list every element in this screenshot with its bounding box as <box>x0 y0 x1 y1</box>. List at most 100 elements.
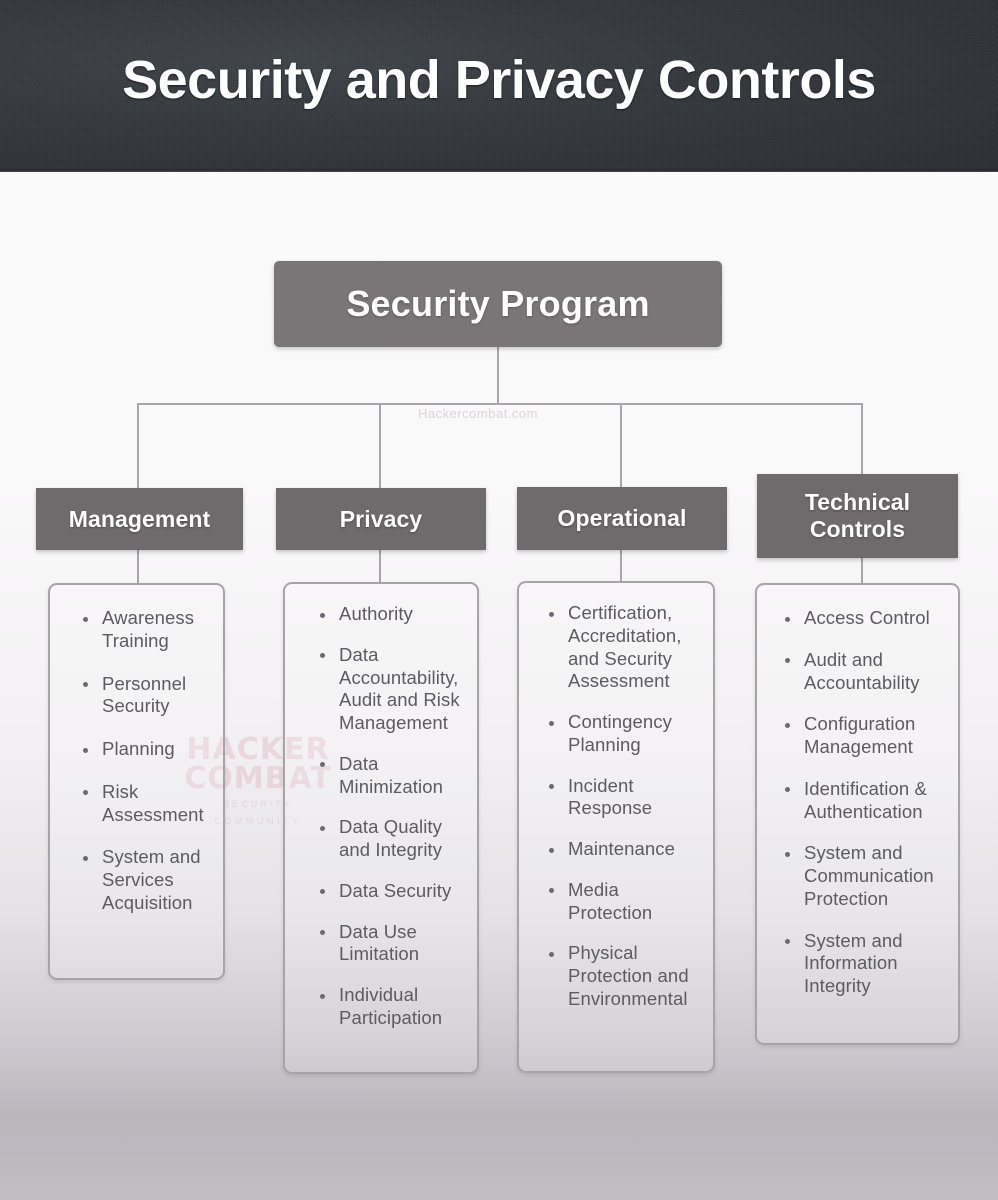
list-item-label: Data Use Limitation <box>339 920 420 965</box>
connector-horizontal-bus <box>137 403 863 405</box>
list-item: Risk Assessment <box>83 781 213 827</box>
list-item: Data Minimization <box>320 753 469 799</box>
list-item: Awareness Training <box>83 607 213 653</box>
root-node-security-program: Security Program <box>274 261 722 347</box>
title-banner: Security and Privacy Controls <box>0 0 998 172</box>
list-item: Data Security <box>320 880 469 903</box>
connector-drop-technical <box>861 403 863 475</box>
list-item: Physical Protection and Environmental <box>549 942 707 1010</box>
connector-drop-management <box>137 403 139 489</box>
list-item: System and Information Integrity <box>785 930 952 998</box>
bullet-icon <box>785 787 790 793</box>
list-item: Incident Response <box>549 775 707 821</box>
connector-drop-operational <box>620 403 622 489</box>
list-item-label: Identification & Authentication <box>804 777 927 822</box>
page-title: Security and Privacy Controls <box>122 50 876 110</box>
bullet-icon <box>549 951 554 957</box>
list-item: Personnel Security <box>83 673 213 719</box>
category-header-technical-controls-label: Technical Controls <box>804 489 911 542</box>
bullet-icon <box>785 722 790 728</box>
watermark-url: Hackercombat.com <box>418 406 538 421</box>
list-item-label: Certification, Accreditation, and Security… <box>568 602 682 692</box>
bullet-icon <box>320 889 325 895</box>
list-item: Identification & Authentication <box>785 778 952 824</box>
bullet-icon <box>549 888 554 894</box>
category-header-privacy: Privacy <box>276 488 486 550</box>
list-item-label: Personnel Security <box>102 672 187 717</box>
bullet-icon <box>549 720 554 726</box>
list-item: Data Quality and Integrity <box>320 816 469 862</box>
bullet-icon <box>785 616 790 622</box>
list-item-label: Data Minimization <box>339 752 444 797</box>
list-item-label: Media Protection <box>568 878 653 923</box>
list-item-label: Contingency Planning <box>568 711 672 755</box>
bullet-icon <box>320 653 325 659</box>
bullet-icon <box>320 930 325 936</box>
bullet-icon <box>83 682 88 688</box>
connector-privacy-to-panel <box>379 550 381 584</box>
bullet-icon <box>320 825 325 831</box>
list-privacy: Authority Data Accountability, Audit and Ri… <box>285 584 477 1030</box>
list-item: Planning <box>83 738 213 761</box>
list-item: Maintenance <box>549 838 707 861</box>
bullet-icon <box>83 790 88 796</box>
list-item-label: Physical Protection and Environmental <box>568 942 689 1009</box>
panel-operational: Certification, Accreditation, and Security… <box>517 581 715 1073</box>
list-technical-controls: Access Control Audit and Accountability Con… <box>757 585 958 998</box>
list-item-label: Planning <box>102 738 175 759</box>
list-item-label: Data Accountability, Audit and Risk Managem… <box>339 643 460 733</box>
bullet-icon <box>83 747 88 753</box>
bullet-icon <box>320 612 325 618</box>
list-management: Awareness Training Personnel Security Planni… <box>50 585 223 915</box>
bullet-icon <box>83 855 88 861</box>
connector-technical-to-panel <box>861 558 863 583</box>
bullet-icon <box>785 939 790 945</box>
bullet-icon <box>549 847 554 853</box>
list-item-label: Risk Assessment <box>102 780 204 825</box>
bullet-icon <box>320 762 325 768</box>
bullet-icon <box>785 658 790 664</box>
list-item-label: Authority <box>339 603 413 624</box>
list-item: Media Protection <box>549 879 707 925</box>
root-node-label: Security Program <box>346 283 650 324</box>
list-item-label: System and Information Integrity <box>804 929 903 997</box>
banner-divider <box>0 169 998 172</box>
list-operational: Certification, Accreditation, and Security… <box>519 583 713 1011</box>
list-item: Certification, Accreditation, and Security… <box>549 602 707 693</box>
category-header-management-label: Management <box>68 505 211 532</box>
list-item-label: Awareness Training <box>102 607 195 651</box>
list-item-label: Incident Response <box>568 774 653 819</box>
list-item-label: Data Security <box>339 879 452 901</box>
infographic-page: Security and Privacy Controls Hackercomb… <box>0 0 998 1200</box>
list-item: Data Accountability, Audit and Risk Managem… <box>320 644 469 735</box>
panel-technical-controls: Access Control Audit and Accountability Con… <box>755 583 960 1045</box>
list-item: Audit and Accountability <box>785 649 952 695</box>
category-header-technical-controls: Technical Controls <box>757 474 958 558</box>
list-item-label: Access Control <box>804 607 930 628</box>
panel-privacy: Authority Data Accountability, Audit and Ri… <box>283 582 479 1074</box>
bullet-icon <box>320 993 325 999</box>
list-item-label: Individual Participation <box>339 984 443 1028</box>
bullet-icon <box>83 616 88 622</box>
category-header-privacy-label: Privacy <box>339 505 423 532</box>
list-item-label: Data Quality and Integrity <box>339 816 443 860</box>
list-item: System and Communication Protection <box>785 842 952 910</box>
connector-operational-to-panel <box>620 550 622 582</box>
connector-drop-privacy <box>379 403 381 489</box>
bullet-icon <box>549 784 554 790</box>
list-item: Contingency Planning <box>549 711 707 757</box>
list-item: Configuration Management <box>785 713 952 759</box>
list-item: Authority <box>320 603 469 626</box>
list-item-label: System and Communication Protection <box>804 842 934 909</box>
category-header-operational: Operational <box>517 487 727 550</box>
list-item-label: System and Services Acquisition <box>102 846 201 913</box>
category-header-operational-label: Operational <box>557 505 687 532</box>
category-header-management: Management <box>36 488 243 550</box>
connector-management-to-panel <box>137 550 139 584</box>
list-item: Access Control <box>785 607 952 630</box>
panel-management: Awareness Training Personnel Security Planni… <box>48 583 225 980</box>
list-item: Individual Participation <box>320 984 469 1030</box>
list-item-label: Maintenance <box>568 838 676 859</box>
connector-root-stem <box>497 347 499 404</box>
list-item: Data Use Limitation <box>320 921 469 967</box>
